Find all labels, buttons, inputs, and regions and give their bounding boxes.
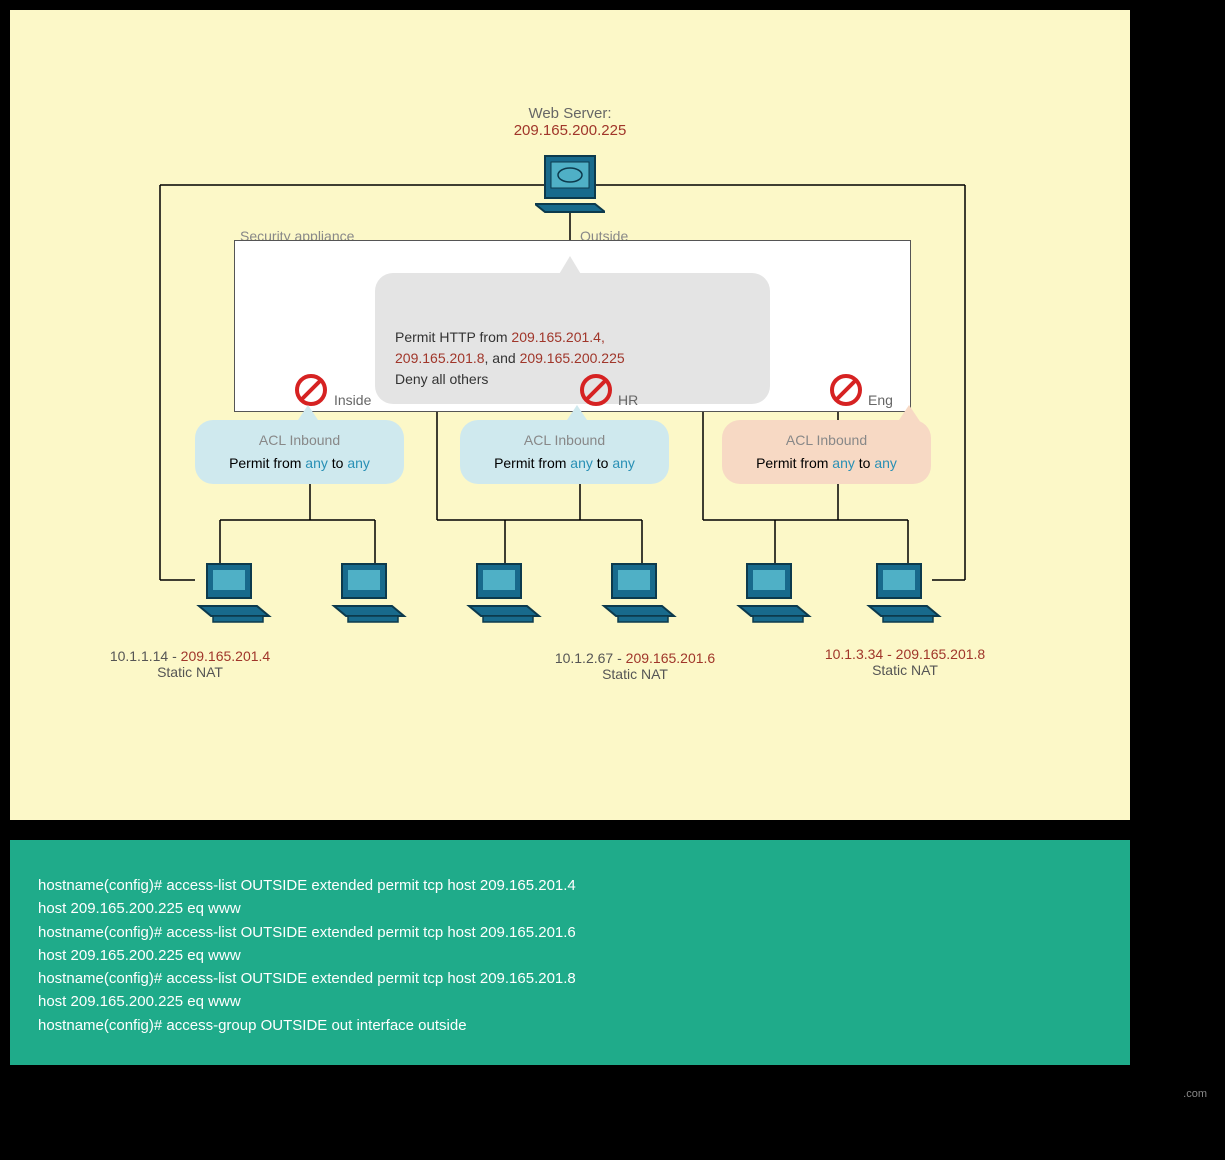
acl-callout-eng: ACL Inbound Permit from any to any <box>722 420 931 484</box>
cli-line: host 209.165.200.225 eq www <box>38 990 1102 1013</box>
cli-line: host 209.165.200.225 eq www <box>38 897 1102 920</box>
permit-callout: Permit HTTP from 209.165.201.4, 209.165.… <box>375 273 770 404</box>
acl-callout-hr: ACL Inbound Permit from any to any <box>460 420 669 484</box>
callout-pointer-up <box>558 256 582 276</box>
acl-rule: Permit from any to any <box>734 453 919 474</box>
nat-label-left: 10.1.1.14 - 209.165.201.4 Static NAT <box>75 648 305 680</box>
nat-label-mid: 10.1.2.67 - 209.165.201.6 Static NAT <box>520 650 750 682</box>
workstation-icon <box>195 560 265 620</box>
deny-icon <box>828 372 864 408</box>
diagram-canvas: Web Server: 209.165.200.225 Security app… <box>10 10 1130 820</box>
diagram-root: Web Server: 209.165.200.225 Security app… <box>0 0 1225 1160</box>
workstation-icon <box>600 560 670 620</box>
web-server-label: Web Server: 209.165.200.225 <box>10 105 1130 139</box>
workstation-icon <box>735 560 805 620</box>
hr-label: HR <box>618 392 638 408</box>
cli-line: hostname(config)# access-list OUTSIDE ex… <box>38 874 1102 897</box>
acl-rule: Permit from any to any <box>472 453 657 474</box>
acl-rule: Permit from any to any <box>207 453 392 474</box>
cli-line: host 209.165.200.225 eq www <box>38 944 1102 967</box>
deny-rule-text: Deny all others <box>395 369 750 390</box>
acl-callout-inside: ACL Inbound Permit from any to any <box>195 420 404 484</box>
workstation-icon <box>330 560 400 620</box>
acl-title: ACL Inbound <box>734 430 919 451</box>
watermark: .com <box>1183 1088 1207 1100</box>
cli-line: hostname(config)# access-list OUTSIDE ex… <box>38 921 1102 944</box>
acl-title: ACL Inbound <box>472 430 657 451</box>
workstation-icon <box>465 560 535 620</box>
web-server-text: Web Server: <box>528 105 611 122</box>
server-icon <box>535 150 605 223</box>
web-server-ip: 209.165.200.225 <box>514 122 627 139</box>
nat-label-right: 10.1.3.34 - 209.165.201.8 Static NAT <box>790 646 1020 678</box>
deny-icon <box>293 372 329 408</box>
cli-line: hostname(config)# access-list OUTSIDE ex… <box>38 967 1102 990</box>
workstation-icon <box>865 560 935 620</box>
cli-line: hostname(config)# access-group OUTSIDE o… <box>38 1014 1102 1037</box>
cli-output-panel: hostname(config)# access-list OUTSIDE ex… <box>10 840 1130 1065</box>
eng-label: Eng <box>868 392 893 408</box>
deny-icon <box>578 372 614 408</box>
acl-title: ACL Inbound <box>207 430 392 451</box>
inside-label: Inside <box>334 392 371 408</box>
permit-rule-text: Permit HTTP from 209.165.201.4, 209.165.… <box>395 327 750 369</box>
